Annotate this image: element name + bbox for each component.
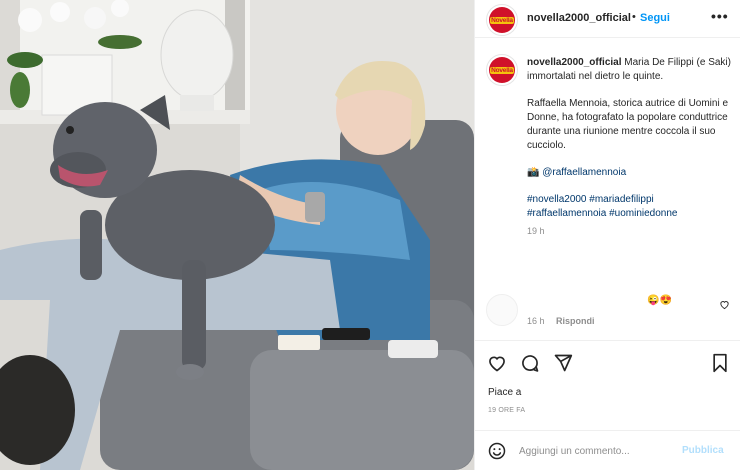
comment-input[interactable] <box>519 442 679 460</box>
emoji-icon[interactable] <box>488 442 506 460</box>
posted-time: 19 ORE FA <box>488 407 526 414</box>
comment-item: 😜😍 16 h Rispondi <box>475 288 740 333</box>
caption-time: 19 h <box>527 226 545 236</box>
hashtag-links[interactable]: #novella2000 #mariadefilippi #raffaellam… <box>527 193 732 221</box>
profile-avatar[interactable]: Novella <box>486 4 518 36</box>
share-icon[interactable] <box>553 353 573 373</box>
comment-time: 16 h <box>527 316 545 326</box>
reply-button[interactable]: Rispondi <box>556 316 595 326</box>
caption-avatar[interactable]: Novella <box>486 54 518 86</box>
more-icon[interactable]: ••• <box>711 8 729 24</box>
post-side-panel: Novella novella2000_official • Segui •••… <box>474 0 740 470</box>
comment-avatar[interactable] <box>486 294 518 326</box>
action-bar: Piace a 19 ORE FA <box>475 340 740 430</box>
heart-icon[interactable] <box>487 353 507 373</box>
follow-button[interactable]: Segui <box>640 12 670 24</box>
comment-icon[interactable] <box>520 353 540 373</box>
header-username[interactable]: novella2000_official <box>527 12 631 24</box>
caption-username[interactable]: novella2000_official <box>527 57 622 68</box>
caption-brand-logo: Novella <box>490 66 514 74</box>
comment-like-icon[interactable] <box>719 299 730 310</box>
post-photo[interactable] <box>0 0 474 470</box>
comment-text: 😜😍 <box>647 295 672 306</box>
mention-link[interactable]: @raffaellamennoia <box>542 167 626 178</box>
camera-emoji: 📸 <box>527 167 540 178</box>
brand-logo: Novella <box>490 16 514 24</box>
caption-text: novella2000_official Maria De Filippi (e… <box>527 56 732 251</box>
likes-label[interactable]: Piace a <box>488 387 521 398</box>
photo-illustration <box>0 0 474 470</box>
bookmark-icon[interactable] <box>711 353 729 373</box>
separator-dot: • <box>632 11 636 23</box>
caption-body: Raffaella Mennoia, storica autrice di Uo… <box>527 98 729 151</box>
add-comment-bar: Pubblica <box>475 430 740 470</box>
post-header: Novella novella2000_official • Segui ••• <box>475 0 740 38</box>
publish-button[interactable]: Pubblica <box>682 445 724 456</box>
